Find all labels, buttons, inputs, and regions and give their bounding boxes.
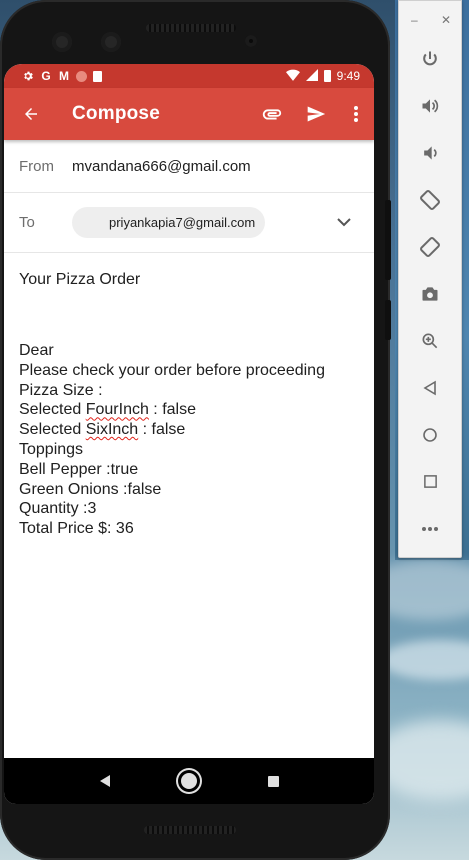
- emulator-toolbar: – ✕: [398, 0, 462, 558]
- front-camera-icon: [52, 32, 72, 52]
- navigation-bar: [4, 758, 374, 804]
- body-line: Pizza Size :: [19, 381, 103, 399]
- body-line: Please check your order before proceedin…: [19, 361, 325, 379]
- body-text: : false: [148, 401, 196, 419]
- sd-card-icon: [93, 70, 102, 82]
- app-bar: Compose: [4, 88, 374, 140]
- wifi-icon: [285, 69, 300, 84]
- body-text: : false: [138, 421, 186, 439]
- proximity-sensor-icon: [245, 35, 257, 47]
- back-icon[interactable]: [399, 364, 461, 411]
- back-nav-icon[interactable]: [99, 775, 110, 787]
- volume-up-icon[interactable]: [399, 82, 461, 129]
- status-bar: G M 9:49: [4, 64, 374, 88]
- attach-icon[interactable]: [250, 88, 294, 140]
- phone-frame: G M 9:49 Compose From mvandana666@gmail.…: [0, 0, 391, 860]
- body-line: Selected FourInch : false: [19, 400, 359, 420]
- device-screen: G M 9:49 Compose From mvandana666@gmail.…: [4, 64, 374, 804]
- battery-icon: [323, 70, 331, 82]
- subject-field[interactable]: Your Pizza Order: [4, 253, 374, 309]
- message-body[interactable]: Dear Please check your order before proce…: [4, 309, 374, 539]
- from-address[interactable]: mvandana666@gmail.com: [72, 158, 251, 175]
- body-line: Quantity :3: [19, 500, 97, 518]
- body-text: Selected: [19, 421, 86, 439]
- body-line: Selected SixInch : false: [19, 420, 359, 440]
- gmail-icon: M: [59, 69, 69, 83]
- minimize-button[interactable]: –: [411, 13, 418, 35]
- misspelled-word[interactable]: SixInch: [86, 421, 138, 438]
- volume-down-icon[interactable]: [399, 129, 461, 176]
- page-title: Compose: [72, 103, 160, 124]
- clock-time: 9:49: [336, 69, 360, 83]
- to-label: To: [19, 214, 35, 231]
- zoom-icon[interactable]: [399, 317, 461, 364]
- home-nav-icon[interactable]: [180, 773, 197, 789]
- settings-icon: [22, 70, 34, 82]
- more-icon[interactable]: [399, 505, 461, 552]
- body-line: Total Price $: 36: [19, 520, 134, 538]
- home-icon[interactable]: [399, 411, 461, 458]
- earpiece-speaker: [146, 24, 236, 32]
- volume-rocker: [385, 200, 391, 280]
- body-line: Dear: [19, 342, 54, 359]
- recipient-chip[interactable]: priyankapia7@gmail.com: [72, 207, 266, 238]
- power-key: [385, 300, 391, 340]
- rotate-left-icon[interactable]: [399, 176, 461, 223]
- back-arrow-icon[interactable]: [4, 88, 58, 140]
- bottom-speaker: [144, 826, 236, 834]
- misspelled-word[interactable]: FourInch: [86, 401, 149, 418]
- front-sensor-icon: [101, 32, 121, 52]
- from-row[interactable]: From mvandana666@gmail.com: [4, 140, 374, 193]
- chevron-down-icon[interactable]: [332, 211, 356, 235]
- google-icon: G: [41, 69, 51, 83]
- close-button[interactable]: ✕: [441, 13, 451, 35]
- power-icon[interactable]: [399, 35, 461, 82]
- body-line: Toppings: [19, 440, 84, 458]
- send-icon[interactable]: [294, 88, 338, 140]
- background-wave: [380, 640, 469, 680]
- from-label: From: [19, 157, 54, 175]
- recents-nav-icon[interactable]: [267, 775, 279, 787]
- signal-icon: [305, 68, 318, 84]
- overview-icon[interactable]: [399, 458, 461, 505]
- body-line: Bell Pepper :true: [19, 460, 139, 478]
- record-icon: [76, 70, 87, 82]
- body-text: Selected: [19, 401, 86, 419]
- camera-icon[interactable]: [399, 270, 461, 317]
- to-row[interactable]: To priyankapia7@gmail.com: [4, 193, 374, 253]
- rotate-right-icon[interactable]: [399, 223, 461, 270]
- more-vert-icon[interactable]: [338, 88, 374, 140]
- body-line: Green Onions :false: [19, 480, 162, 498]
